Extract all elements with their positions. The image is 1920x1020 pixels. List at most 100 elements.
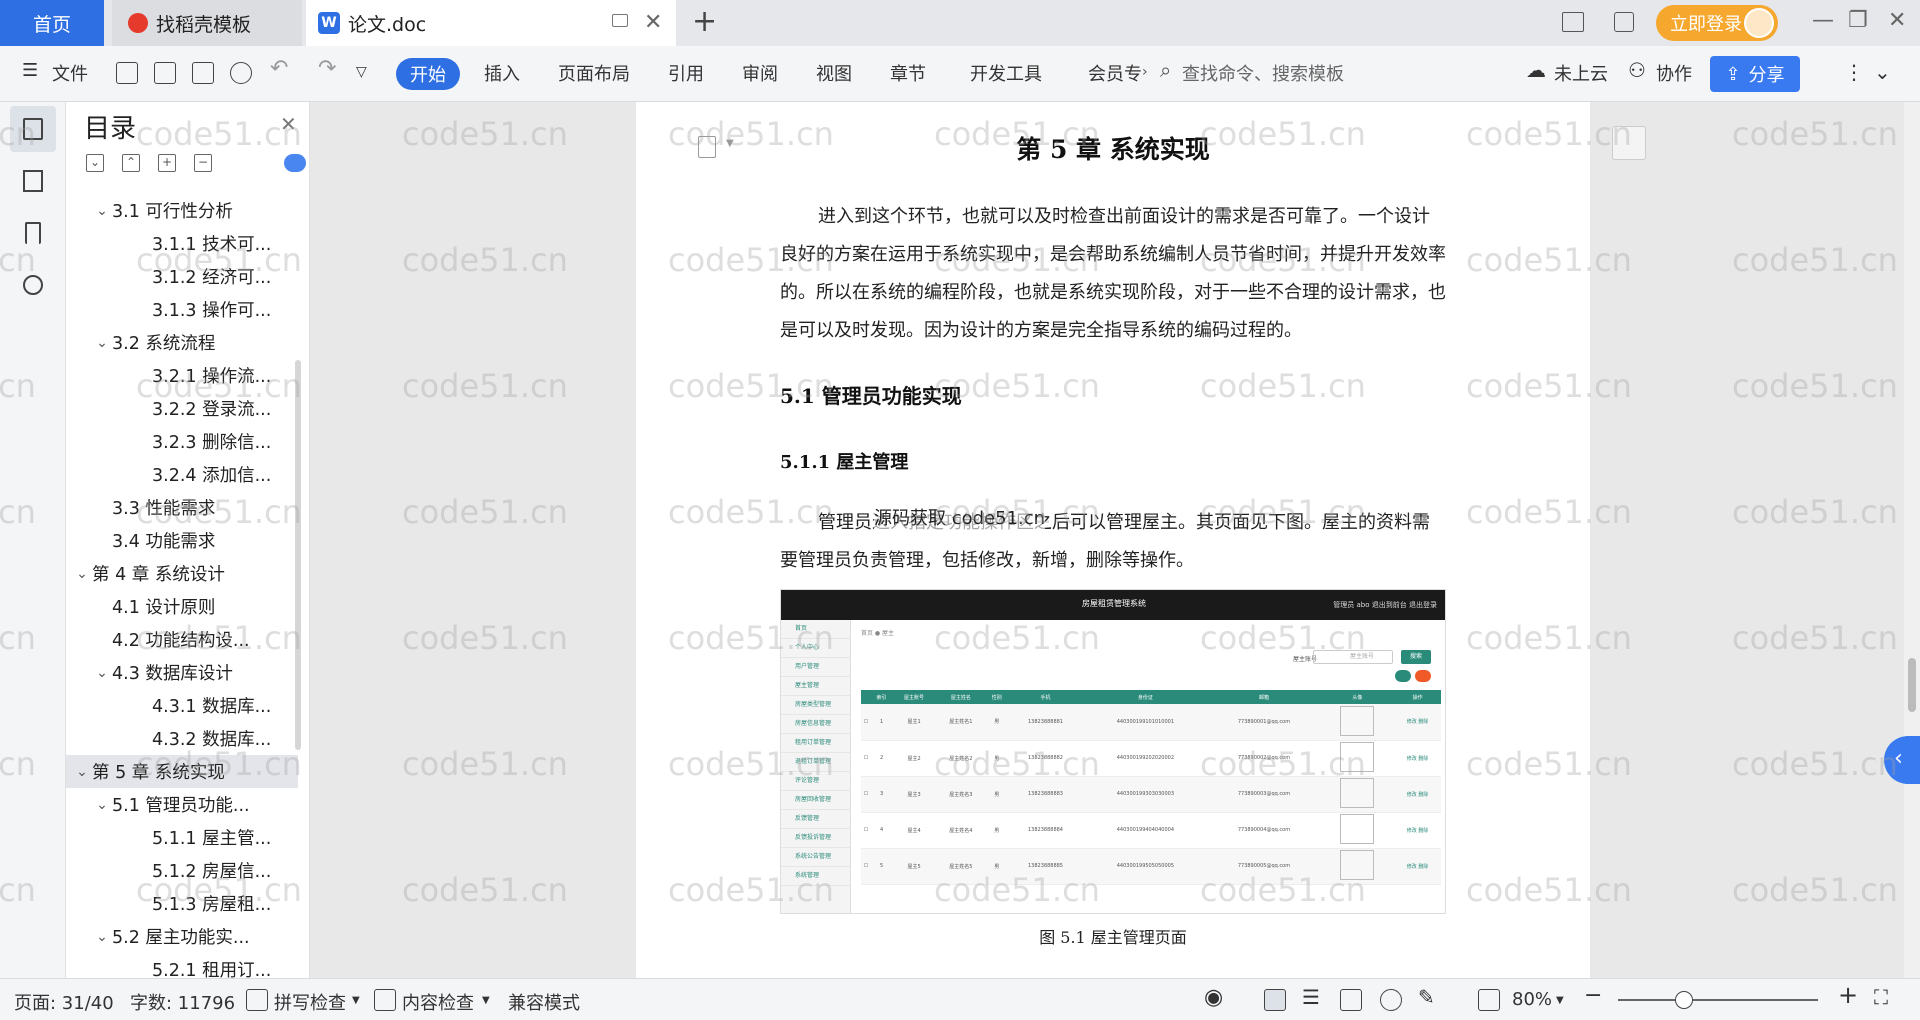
toc-item[interactable]: 3.2.3 删除信... xyxy=(66,425,298,458)
toc-scrollbar[interactable] xyxy=(295,360,301,750)
tab-insert[interactable]: 插入 xyxy=(484,60,520,86)
monitor-icon[interactable] xyxy=(612,14,628,27)
zoom-slider-handle[interactable] xyxy=(1675,991,1693,1009)
toc-item[interactable]: 4.3.2 数据库... xyxy=(66,722,298,755)
tab-chapter[interactable]: 章节 xyxy=(890,60,926,86)
outline-view-icon[interactable]: ☰ xyxy=(1302,985,1320,1009)
chevron-down-icon[interactable]: ⌄ xyxy=(72,764,92,780)
tab-references[interactable]: 引用 xyxy=(668,60,704,86)
chevron-right-icon[interactable]: › xyxy=(1142,64,1148,80)
chevron-down-icon[interactable]: ▼ xyxy=(482,995,490,1006)
tab-review[interactable]: 审阅 xyxy=(742,60,778,86)
close-icon[interactable]: ✕ xyxy=(280,112,297,136)
print-icon[interactable] xyxy=(192,62,214,84)
tab-view[interactable]: 视图 xyxy=(816,60,852,86)
toc-item[interactable]: 3.4 功能需求 xyxy=(66,524,298,557)
document-page[interactable]: ▼ 第 5 章 系统实现 进入到这个环节，也就可以及时检查出前面设计的需求是否可… xyxy=(636,102,1590,978)
chevron-down-icon[interactable]: ⌄ xyxy=(72,566,92,582)
toc-panel-button[interactable] xyxy=(10,106,56,152)
toc-item[interactable]: ⌄ 3.1 可行性分析 xyxy=(66,194,298,227)
save-icon[interactable] xyxy=(116,62,138,84)
toc-item[interactable]: 3.2.2 登录流... xyxy=(66,392,298,425)
collab-button[interactable]: 协作 xyxy=(1656,60,1692,86)
chevron-down-icon[interactable]: ⌄ xyxy=(92,203,112,219)
eye-protection-icon[interactable]: ◉ xyxy=(1204,985,1223,1010)
chevron-down-icon[interactable]: ⌄ xyxy=(92,797,112,813)
tab-home[interactable]: 首页 xyxy=(0,0,104,46)
zoom-slider[interactable] xyxy=(1618,999,1818,1001)
toc-item[interactable]: 3.1.1 技术可... xyxy=(66,227,298,260)
find-panel-button[interactable] xyxy=(10,262,56,308)
toc-item[interactable]: 5.1.2 房屋信... xyxy=(66,854,298,887)
toc-item[interactable]: 3.3 性能需求 xyxy=(66,491,298,524)
grid-apps-icon[interactable] xyxy=(1614,12,1634,32)
web-view-icon[interactable] xyxy=(1380,989,1402,1011)
content-check-button[interactable]: 内容检查 xyxy=(402,989,474,1015)
toc-item[interactable]: 4.1 设计原则 xyxy=(66,590,298,623)
toc-item[interactable]: ⌄ 5.1 管理员功能... xyxy=(66,788,298,821)
new-tab-button[interactable]: + xyxy=(692,4,717,39)
toc-item[interactable]: ⌄ 4.3 数据库设计 xyxy=(66,656,298,689)
tab-dev-tools[interactable]: 开发工具 xyxy=(970,60,1042,86)
zoom-in-button[interactable]: + xyxy=(1838,981,1858,1009)
toc-item[interactable]: ⌄ 5.2 屋主功能实... xyxy=(66,920,298,953)
chevron-down-icon[interactable]: ⌄ xyxy=(92,335,112,351)
filter-icon[interactable] xyxy=(1612,126,1646,160)
toc-item[interactable]: 5.1.1 屋主管... xyxy=(66,821,298,854)
chevron-left-icon[interactable]: ‹ xyxy=(1884,736,1920,784)
restore-button[interactable]: ❐ xyxy=(1848,8,1868,33)
fullscreen-icon[interactable]: ⛶ xyxy=(1874,985,1888,1009)
tab-start[interactable]: 开始 xyxy=(396,58,460,90)
layout-icon[interactable] xyxy=(1562,12,1584,32)
tab-close-icon[interactable]: ✕ xyxy=(644,10,662,35)
write-mode-icon[interactable]: ✎ xyxy=(1418,985,1435,1009)
word-count[interactable]: 字数: 11796 xyxy=(130,989,235,1015)
minimize-button[interactable]: — xyxy=(1812,8,1834,33)
tab-page-layout[interactable]: 页面布局 xyxy=(558,60,630,86)
chevron-down-icon[interactable]: ▼ xyxy=(1556,995,1564,1006)
collapse-all-icon[interactable]: ⌄ xyxy=(86,154,104,172)
toc-item[interactable]: ⌄ 第 5 章 系统实现 xyxy=(66,755,298,788)
login-button[interactable]: 立即登录 xyxy=(1656,5,1778,41)
tab-member[interactable]: 会员专 xyxy=(1088,60,1142,86)
ai-assistant-icon[interactable] xyxy=(284,154,306,172)
nav-panel-button[interactable] xyxy=(10,158,56,204)
page-view-icon[interactable] xyxy=(1264,989,1286,1011)
toc-item[interactable]: 3.1.2 经济可... xyxy=(66,260,298,293)
more-icon[interactable]: ⋮ xyxy=(1844,60,1864,84)
close-window-button[interactable]: ✕ xyxy=(1888,8,1906,33)
bookmark-panel-button[interactable] xyxy=(10,210,56,256)
fit-page-icon[interactable] xyxy=(1478,989,1500,1011)
compat-mode[interactable]: 兼容模式 xyxy=(508,989,580,1015)
add-heading-icon[interactable]: + xyxy=(158,154,176,172)
undo-icon[interactable]: ↶ xyxy=(270,56,288,81)
collapse-ribbon-icon[interactable]: ⌄ xyxy=(1874,60,1891,84)
scrollbar-thumb[interactable] xyxy=(1908,658,1916,712)
command-search-input[interactable]: 查找命令、搜索模板 xyxy=(1182,60,1344,86)
toc-item[interactable]: ⌄ 3.2 系统流程 xyxy=(66,326,298,359)
menu-icon[interactable]: ☰ xyxy=(22,60,38,81)
chevron-down-icon[interactable]: ▼ xyxy=(352,995,360,1006)
toc-item[interactable]: 3.2.1 操作流... xyxy=(66,359,298,392)
toc-item[interactable]: ⌄ 第 4 章 系统设计 xyxy=(66,557,298,590)
chevron-down-icon[interactable]: ▽ xyxy=(356,64,367,80)
share-button[interactable]: ⇪ 分享 xyxy=(1710,56,1800,92)
redo-icon[interactable]: ↷ xyxy=(318,56,336,81)
tab-templates[interactable]: 找稻壳模板 xyxy=(112,0,302,46)
cloud-status[interactable]: 未上云 xyxy=(1554,60,1608,86)
read-mode-icon[interactable] xyxy=(1340,989,1362,1011)
page-counter[interactable]: 页面: 31/40 xyxy=(14,989,114,1015)
export-icon[interactable] xyxy=(154,62,176,84)
toc-item[interactable]: 5.1.3 房屋租... xyxy=(66,887,298,920)
toc-item[interactable]: 3.2.4 添加信... xyxy=(66,458,298,491)
expand-all-icon[interactable]: ⌃ xyxy=(122,154,140,172)
spell-check-button[interactable]: 拼写检查 xyxy=(274,989,346,1015)
preview-icon[interactable] xyxy=(230,62,252,84)
chevron-down-icon[interactable]: ⌄ xyxy=(92,665,112,681)
toc-item[interactable]: 5.2.1 租用订... xyxy=(66,953,298,978)
vertical-scrollbar[interactable] xyxy=(1904,102,1920,978)
toc-item[interactable]: 3.1.3 操作可... xyxy=(66,293,298,326)
chevron-down-icon[interactable]: ⌄ xyxy=(92,929,112,945)
file-menu[interactable]: 文件 xyxy=(52,60,88,86)
zoom-out-button[interactable]: − xyxy=(1584,983,1602,1008)
